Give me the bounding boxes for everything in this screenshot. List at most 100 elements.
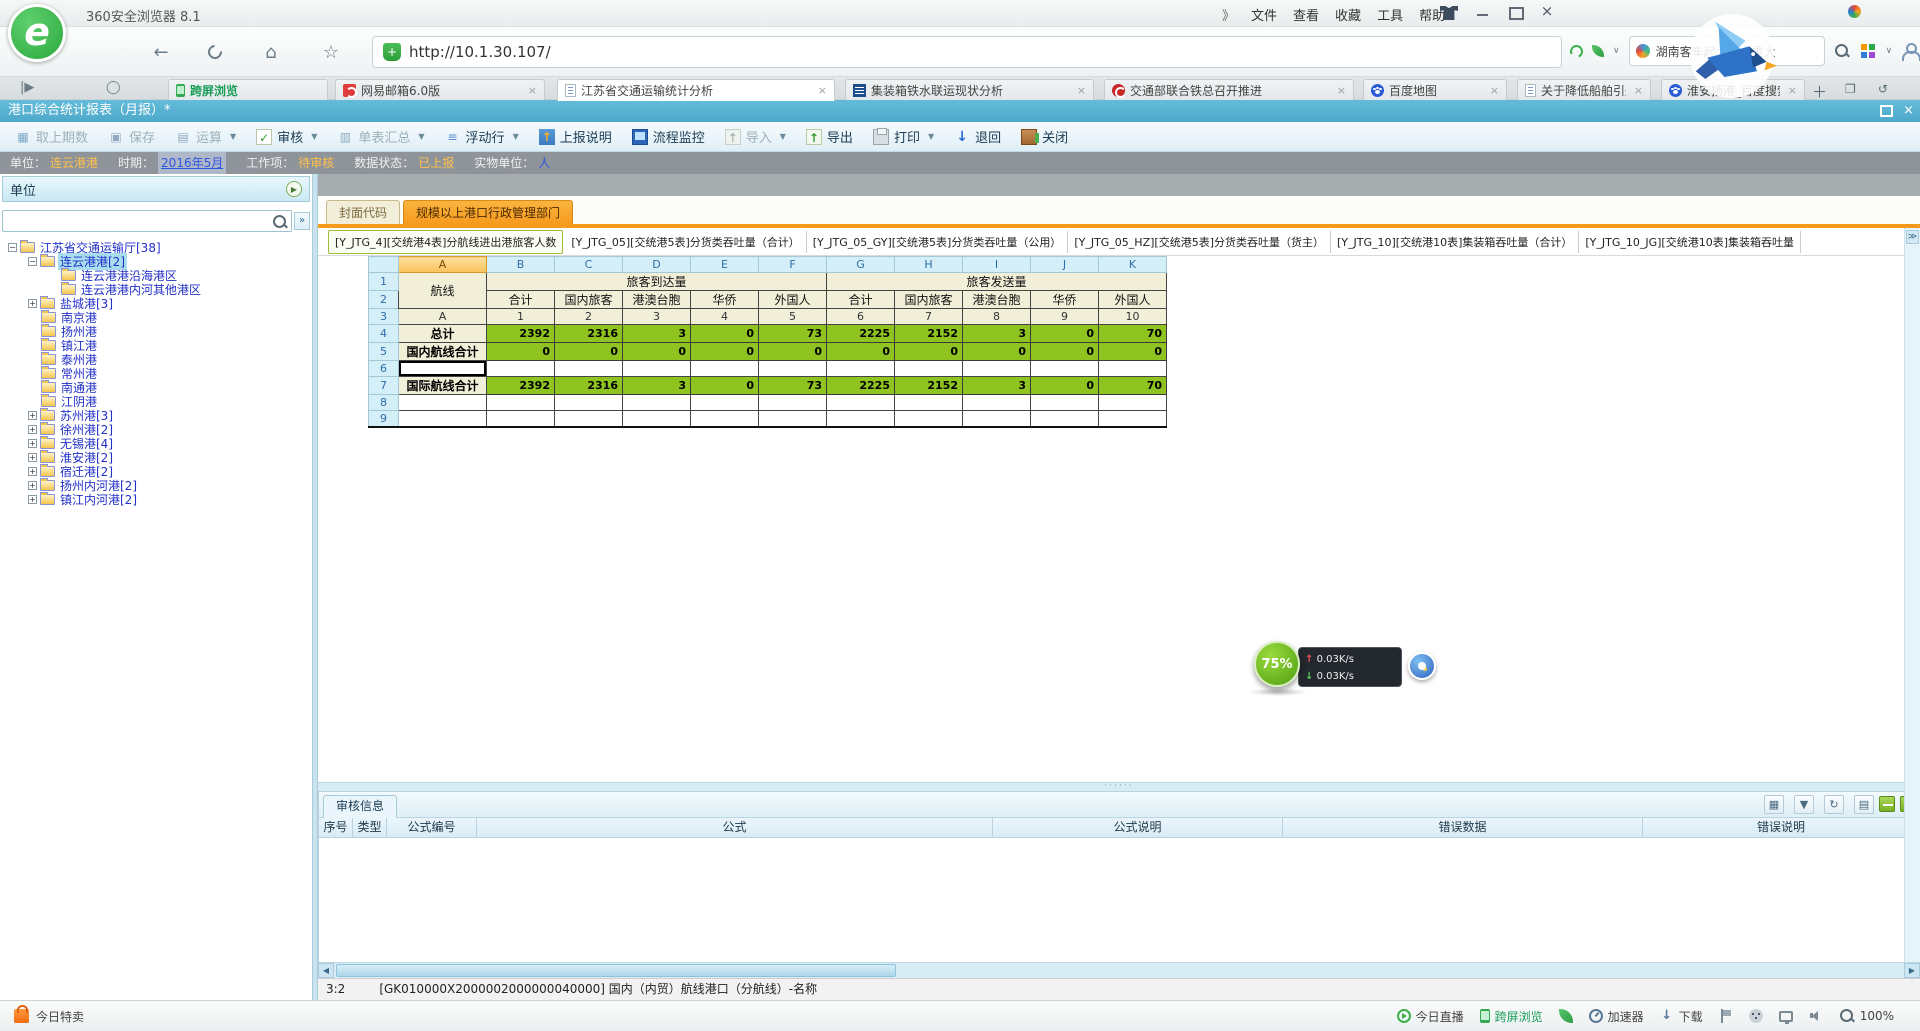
sub-header-cell[interactable]: 合计 (827, 291, 895, 309)
audit-refresh-button[interactable]: ↻ (1824, 795, 1844, 814)
panel-splitter[interactable]: ······ (318, 782, 1920, 792)
tree-item[interactable]: 扬州港 (0, 324, 312, 338)
sidebar-collapse-button[interactable]: ▶ (286, 181, 302, 197)
dropdown-caret-icon[interactable]: ▼ (311, 132, 317, 141)
expand-icon[interactable]: + (28, 299, 37, 308)
apps-grid-icon[interactable] (1859, 42, 1877, 60)
data-cell[interactable] (1099, 411, 1167, 427)
tree-item[interactable]: 镇江港 (0, 338, 312, 352)
scroll-left-button[interactable]: ◀ (318, 963, 334, 978)
sheet-tab[interactable]: 封面代码 (326, 200, 400, 224)
bookmark-star-icon[interactable]: ☆ (318, 40, 344, 66)
data-cell[interactable]: 0 (1099, 343, 1167, 361)
app-restore-button[interactable] (1878, 103, 1893, 118)
column-header[interactable]: I (963, 257, 1031, 273)
new-tab-button[interactable]: ＋ (1812, 81, 1827, 102)
tab-close-icon[interactable]: × (520, 84, 537, 97)
sidebar-more-button[interactable]: » (294, 212, 310, 230)
browser-tab[interactable]: 跨屏浏览 (168, 79, 328, 100)
data-cell[interactable] (487, 395, 555, 411)
data-cell[interactable] (759, 411, 827, 427)
data-cell[interactable]: 2392 (487, 377, 555, 395)
sub-header-cell[interactable]: 华侨 (1031, 291, 1099, 309)
depart-group-header[interactable]: 旅客发送量 (827, 273, 1167, 291)
data-cell[interactable]: 0 (1031, 343, 1099, 361)
row-header[interactable]: 8 (369, 395, 399, 411)
tab-close-icon[interactable]: × (1482, 84, 1499, 97)
daily-deals-button[interactable]: 今日特卖 (0, 1008, 84, 1025)
sub-header-cell[interactable]: 国内旅客 (895, 291, 963, 309)
report-tab[interactable]: [Y_JTG_10][交统港10表]集装箱吞吐量（合计） (1331, 231, 1579, 253)
data-cell[interactable]: 2152 (895, 325, 963, 343)
data-cell[interactable] (555, 395, 623, 411)
data-cell[interactable] (827, 411, 895, 427)
toolbar-button[interactable]: 退回 (947, 124, 1008, 149)
下载-button[interactable]: 下载 (1660, 1008, 1703, 1025)
report-tab[interactable]: [Y_JTG_10_JG][交统港10表]集装箱吞吐量 (1579, 231, 1801, 253)
data-cell[interactable]: 0 (691, 377, 759, 395)
tree-item[interactable]: +无锡港[4] (0, 436, 312, 450)
data-cell[interactable] (827, 361, 895, 377)
search-icon[interactable] (1834, 43, 1850, 59)
expand-icon[interactable]: + (28, 425, 37, 434)
今日直播-button[interactable]: 今日直播 (1397, 1008, 1464, 1025)
sidebar-search-input[interactable] (2, 210, 292, 232)
horizontal-scrollbar[interactable]: ◀ ▶ (318, 962, 1920, 978)
code-cell[interactable]: 1 (487, 309, 555, 325)
data-cell[interactable] (691, 411, 759, 427)
tree-item[interactable]: 常州港 (0, 366, 312, 380)
dropdown-caret-icon[interactable]: ▼ (418, 132, 424, 141)
tree-item[interactable]: 南京港 (0, 310, 312, 324)
tree-item[interactable]: 连云港港内河其他港区 (0, 282, 312, 296)
data-cell[interactable]: 2152 (895, 377, 963, 395)
audit-column-header[interactable]: 序号 (319, 818, 353, 837)
sheet-tab[interactable]: 规模以上港口行政管理部门 (403, 200, 573, 224)
browser-tab[interactable]: 交通部联合铁总召开推进× (1104, 79, 1354, 100)
跨屏浏览-button[interactable]: 跨屏浏览 (1480, 1008, 1543, 1025)
tree-item[interactable]: 南通港 (0, 380, 312, 394)
axis-label-cell[interactable]: 航线 (399, 273, 487, 309)
address-input[interactable]: + http://10.1.30.107/ (372, 36, 1562, 68)
data-cell[interactable] (895, 411, 963, 427)
data-cell[interactable]: 3 (963, 377, 1031, 395)
minimize-button[interactable] (1474, 4, 1492, 20)
data-cell[interactable]: 2225 (827, 377, 895, 395)
data-cell[interactable]: 3 (623, 377, 691, 395)
row-header[interactable]: 6 (369, 361, 399, 377)
data-cell[interactable] (827, 395, 895, 411)
browser-tab[interactable]: 集装箱铁水联运现状分析× (845, 79, 1094, 100)
code-cell[interactable]: A (399, 309, 487, 325)
audit-column-header[interactable]: 类型 (353, 818, 387, 837)
data-cell[interactable]: 2316 (555, 325, 623, 343)
refresh-button[interactable] (202, 40, 228, 66)
collapse-icon[interactable]: − (8, 243, 17, 252)
report-tab[interactable]: [Y_JTG_4][交统港4表]分航线进出港旅客人数 (328, 230, 563, 254)
back-button[interactable]: ← (148, 40, 174, 66)
tab-list-button[interactable]: ❐ (1845, 82, 1856, 96)
report-tab[interactable]: [Y_JTG_05_HZ][交统港5表]分货类吞吐量（货主） (1068, 231, 1331, 253)
data-cell[interactable] (963, 395, 1031, 411)
audit-tab[interactable]: 审核信息 (323, 795, 397, 818)
url-text[interactable]: http://10.1.30.107/ (409, 43, 551, 61)
audit-column-header[interactable]: 公式说明 (993, 818, 1283, 837)
speed-widget-icon[interactable] (1408, 652, 1436, 680)
data-cell[interactable]: 0 (1031, 325, 1099, 343)
data-cell[interactable] (895, 395, 963, 411)
toolbar-button[interactable]: 流程监控 (625, 124, 712, 149)
data-cell[interactable] (1099, 395, 1167, 411)
data-cell[interactable]: 2392 (487, 325, 555, 343)
data-cell[interactable] (623, 395, 691, 411)
tree-item[interactable]: +淮安港[2] (0, 450, 312, 464)
data-cell[interactable]: 0 (759, 343, 827, 361)
data-cell[interactable]: 2316 (555, 377, 623, 395)
cloud-sync-icon[interactable]: ◯ (106, 80, 121, 95)
search-icon[interactable] (272, 214, 288, 230)
grid-corner[interactable] (369, 257, 399, 273)
sub-header-cell[interactable]: 华侨 (691, 291, 759, 309)
expand-icon[interactable]: + (28, 439, 37, 448)
right-scroll-rail[interactable]: ≫ (1904, 228, 1920, 962)
data-cell[interactable]: 70 (1099, 325, 1167, 343)
data-cell[interactable]: 73 (759, 325, 827, 343)
menu-expander-icon[interactable]: 》 (1222, 5, 1235, 24)
sub-header-cell[interactable]: 合计 (487, 291, 555, 309)
